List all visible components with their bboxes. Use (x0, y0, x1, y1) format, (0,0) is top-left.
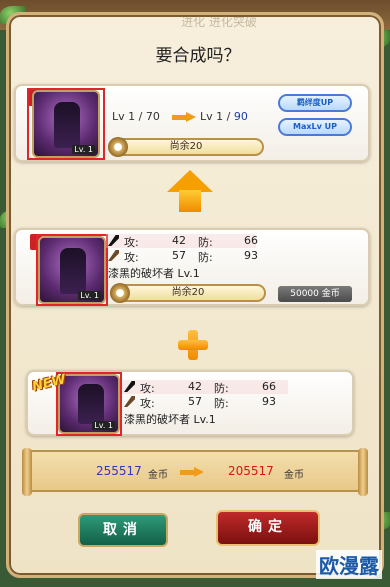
atk-label: 攻: (124, 251, 139, 264)
arrow-right-icon (172, 112, 196, 122)
gold-unit: 金币 (148, 470, 168, 481)
def-label: 防: (214, 397, 229, 410)
def-value: 66 (244, 234, 258, 247)
maxlv-up-badge: MaxLv UP (278, 118, 352, 136)
def-value: 66 (262, 380, 276, 393)
gold-unit: 金币 (284, 470, 304, 481)
atk-value: 42 (188, 380, 202, 393)
item-name: 漆黑的破坏者 Lv.1 (124, 413, 216, 426)
remaining-bar: 尚余20 (108, 137, 264, 157)
arrow-up-icon (167, 170, 213, 214)
header-faded-text: 进化 进化突破 (181, 15, 257, 29)
highlight-frame (27, 88, 105, 160)
gold-scroll: 255517 金币 205517 金币 (22, 448, 368, 496)
result-card: Lv. 1 攻: 42 防: 66 攻: 57 防: 93 漆黑的破坏者 Lv.… (26, 370, 354, 436)
level-from: Lv 1 / 70 (112, 110, 160, 123)
def-label: 防: (198, 251, 213, 264)
knob-icon (110, 283, 130, 303)
cost-badge: 50000 金币 (278, 286, 352, 302)
remaining-text: 尚余20 (171, 287, 205, 298)
highlight-frame (36, 234, 108, 306)
target-card: Lv. 1 Lv 1 / 70 Lv 1 / 90 羁绊度UP MaxLv UP… (14, 84, 370, 162)
level-to-max: 90 (233, 110, 248, 123)
arrow-right-icon (180, 467, 204, 477)
atk-label: 攻: (140, 382, 155, 395)
item-name: 漆黑的破坏者 Lv.1 (108, 267, 200, 280)
atk-value: 57 (172, 249, 186, 262)
atk-label: 攻: (140, 397, 155, 410)
dialog-title: 要合成吗？ (155, 46, 241, 66)
dialog-header: 进化 进化突破 要合成吗？ (29, 15, 367, 77)
def-value: 93 (262, 395, 276, 408)
def-value: 93 (244, 249, 258, 262)
plus-icon (178, 330, 208, 360)
material-card: Lv. 1 攻: 42 防: 66 攻: 57 防: 93 漆黑的破坏者 Lv.… (14, 228, 370, 306)
level-to-prefix: Lv 1 / (200, 110, 231, 123)
gold-before: 255517 (96, 464, 142, 478)
watermark: 欧漫露 (316, 550, 382, 579)
def-label: 防: (214, 382, 229, 395)
bond-up-badge: 羁绊度UP (278, 94, 352, 112)
level-to: Lv 1 / 90 (200, 110, 248, 123)
remaining-bar: 尚余20 (110, 283, 266, 303)
sword-icon (124, 396, 135, 407)
knob-icon (108, 137, 128, 157)
atk-value: 57 (188, 395, 202, 408)
cancel-button[interactable]: 取消 (78, 513, 168, 547)
atk-label: 攻: (124, 236, 139, 249)
def-label: 防: (198, 236, 213, 249)
atk-value: 42 (172, 234, 186, 247)
remaining-text: 尚余20 (169, 141, 203, 152)
gold-after: 205517 (228, 464, 274, 478)
confirm-button[interactable]: 确定 (216, 510, 320, 546)
sword-icon (108, 250, 119, 261)
